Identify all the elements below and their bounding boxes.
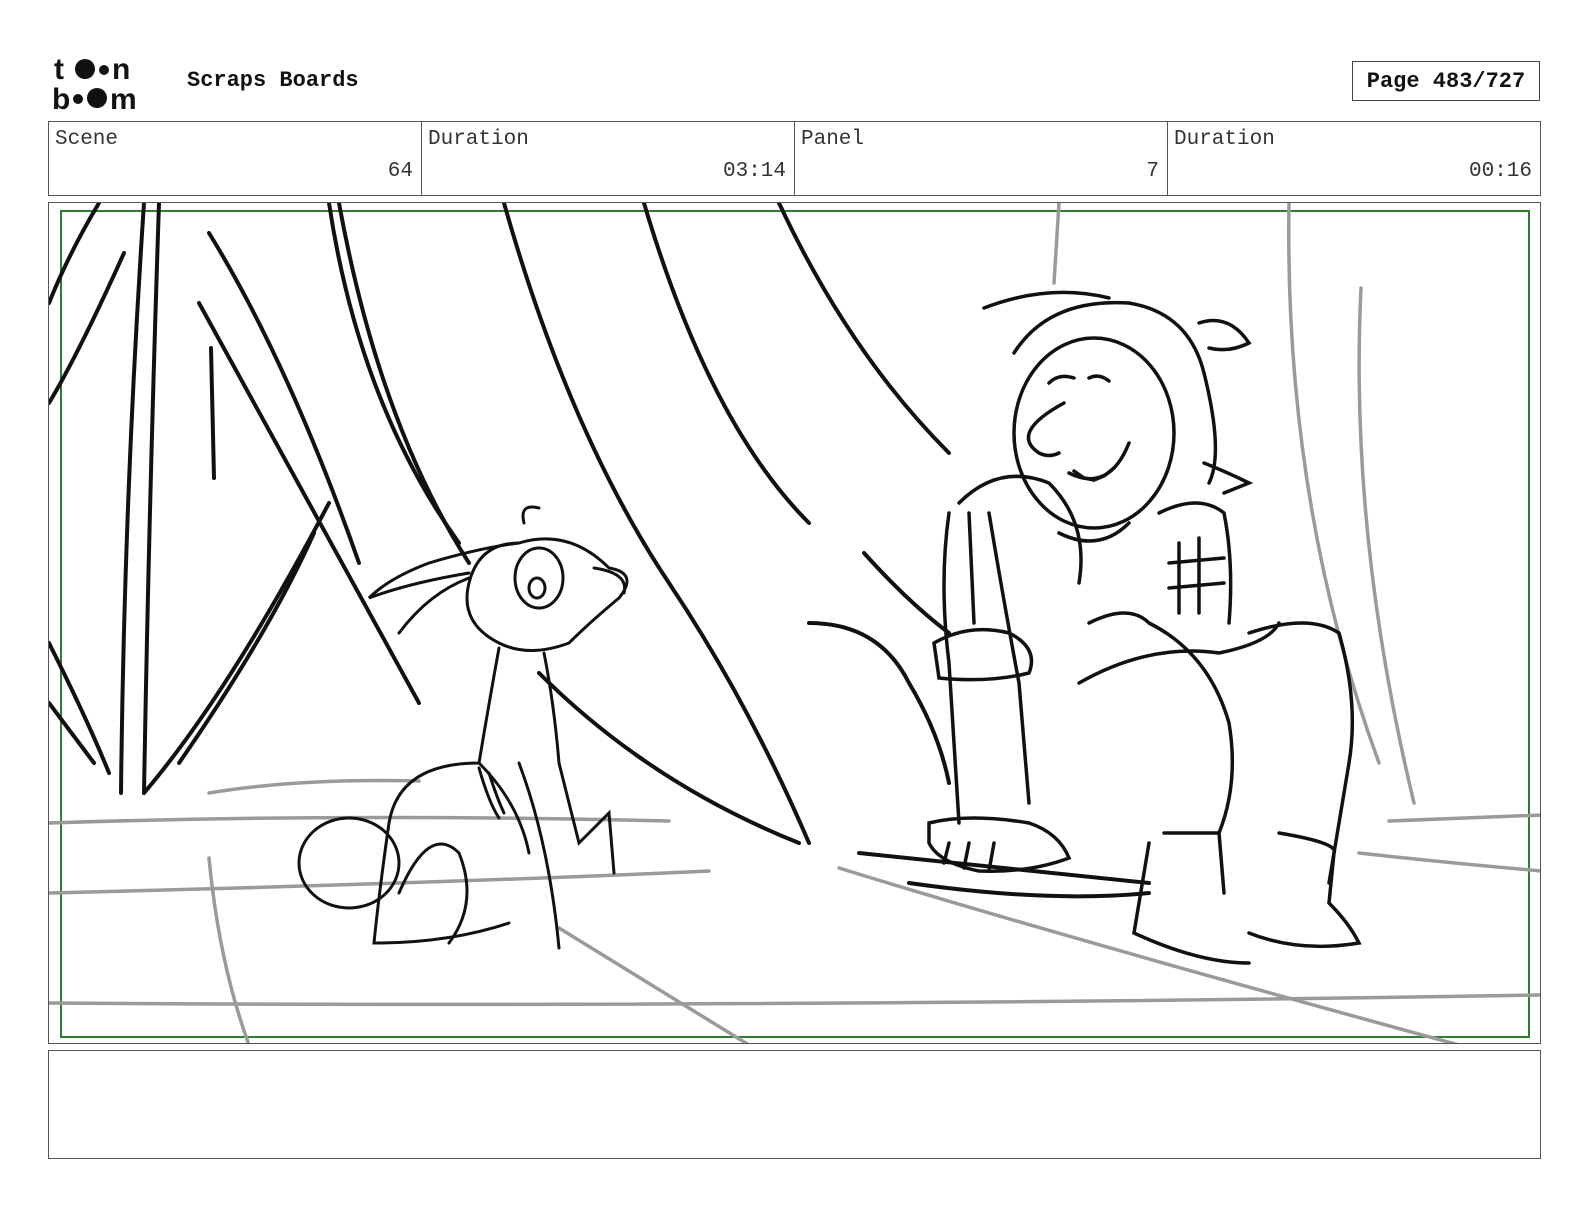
scene-duration-value: 03:14 xyxy=(722,160,786,183)
svg-text:n: n xyxy=(112,53,130,86)
document-title: Scraps Boards xyxy=(187,68,359,93)
scene-cell: Scene 64 xyxy=(49,122,422,195)
toon-boom-logo: t n b m xyxy=(52,52,164,116)
scene-duration-label: Duration xyxy=(428,128,529,151)
page-indicator: Page 483/727 xyxy=(1352,61,1540,101)
svg-text:b: b xyxy=(52,83,70,112)
scene-duration-cell: Duration 03:14 xyxy=(422,122,795,195)
panel-sketch xyxy=(49,203,1540,1043)
scene-value: 64 xyxy=(387,160,413,183)
page-indicator-label: Page 483/727 xyxy=(1366,68,1526,94)
panel-notes-box xyxy=(48,1050,1541,1159)
scene-label: Scene xyxy=(55,128,119,151)
scene-info-row: Scene 64 Duration 03:14 Panel 7 Duration… xyxy=(48,121,1541,196)
panel-label: Panel xyxy=(801,128,865,151)
panel-duration-value: 00:16 xyxy=(1468,160,1532,183)
svg-text:t: t xyxy=(54,53,64,86)
panel-cell: Panel 7 xyxy=(795,122,1168,195)
panel-value: 7 xyxy=(1146,160,1159,183)
panel-duration-cell: Duration 00:16 xyxy=(1168,122,1540,195)
toon-boom-logo-graphic: t n b m xyxy=(52,53,137,116)
storyboard-panel xyxy=(48,202,1541,1044)
panel-duration-label: Duration xyxy=(1174,128,1275,151)
svg-text:m: m xyxy=(110,83,137,112)
